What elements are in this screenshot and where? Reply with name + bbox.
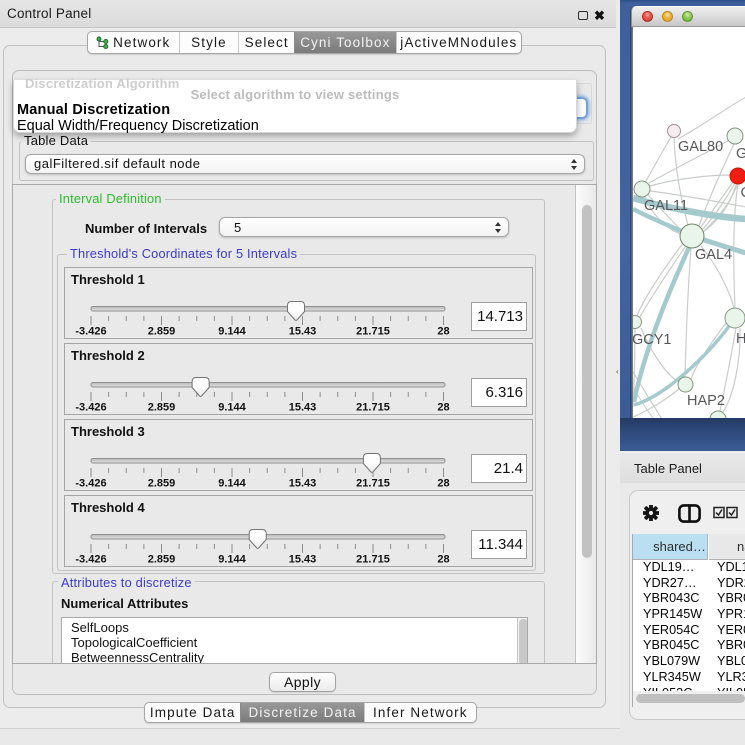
svg-text:9.144: 9.144 <box>218 326 246 338</box>
svg-text:GAL: GAL <box>736 146 745 162</box>
svg-text:GAL4: GAL4 <box>695 247 732 263</box>
svg-text:21.715: 21.715 <box>356 326 390 338</box>
svg-text:9.144: 9.144 <box>218 402 246 414</box>
svg-text:-3.426: -3.426 <box>75 326 106 338</box>
svg-text:15.43: 15.43 <box>289 478 317 490</box>
svg-text:28: 28 <box>437 478 449 490</box>
svg-text:15.43: 15.43 <box>289 326 317 338</box>
svg-text:-3.426: -3.426 <box>75 478 106 490</box>
svg-text:H: H <box>736 331 745 347</box>
svg-text:HAP2: HAP2 <box>687 393 725 409</box>
svg-text:GAL11: GAL11 <box>644 198 688 214</box>
svg-text:2.859: 2.859 <box>148 554 176 566</box>
svg-text:GAL80: GAL80 <box>678 139 723 155</box>
svg-text:28: 28 <box>437 326 449 338</box>
svg-text:28: 28 <box>437 554 449 566</box>
svg-text:9.144: 9.144 <box>218 478 246 490</box>
svg-text:2.859: 2.859 <box>148 402 176 414</box>
svg-text:-3.426: -3.426 <box>75 554 106 566</box>
svg-text:21.715: 21.715 <box>356 554 390 566</box>
svg-text:2.859: 2.859 <box>148 326 176 338</box>
svg-text:-3.426: -3.426 <box>75 402 106 414</box>
svg-text:2.859: 2.859 <box>148 478 176 490</box>
svg-text:9.144: 9.144 <box>218 554 246 566</box>
svg-text:CY: CY <box>741 185 745 201</box>
svg-text:28: 28 <box>437 402 449 414</box>
svg-text:15.43: 15.43 <box>289 402 317 414</box>
svg-text:GCY1: GCY1 <box>633 332 672 348</box>
svg-text:21.715: 21.715 <box>356 402 390 414</box>
svg-text:21.715: 21.715 <box>356 478 390 490</box>
svg-text:15.43: 15.43 <box>289 554 317 566</box>
